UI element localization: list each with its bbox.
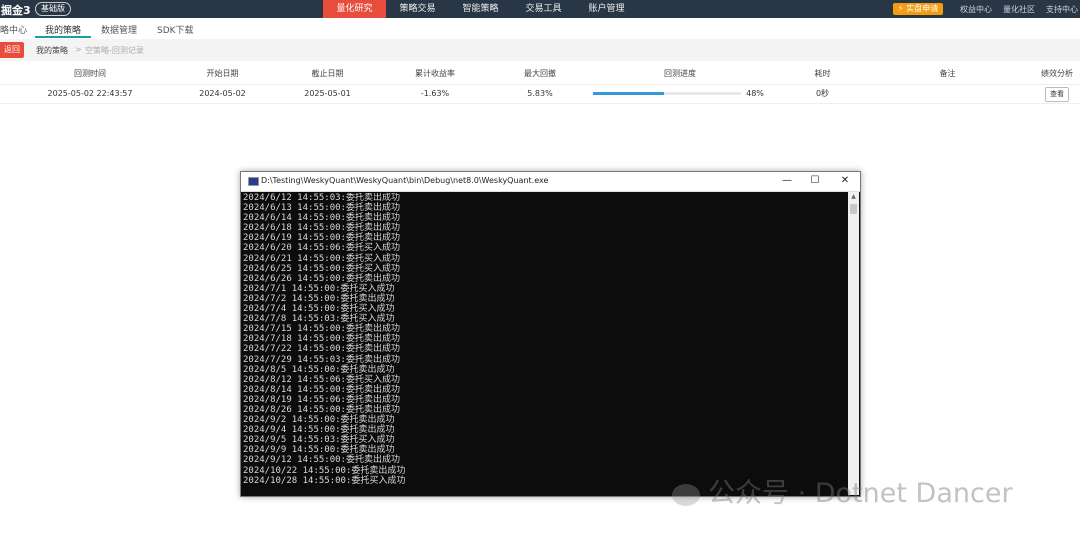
maximize-icon[interactable]: ☐ [807, 174, 823, 188]
tab-my-strategies[interactable]: 我的策略 [45, 23, 81, 36]
console-log-line: 2024/9/5 14:55:03:委托买入成功 [243, 435, 395, 446]
console-log-line: 2024/8/5 14:55:00:委托卖出成功 [243, 364, 395, 375]
console-log-line: 2024/6/21 14:55:00:委托买入成功 [243, 253, 400, 264]
col-elapsed: 耗时 [814, 69, 831, 78]
scroll-thumb[interactable] [850, 204, 857, 214]
wechat-icon [672, 483, 700, 506]
console-log-line: 2024/9/9 14:55:00:委托卖出成功 [243, 445, 395, 456]
minimize-icon[interactable]: — [779, 174, 795, 188]
col-performance: 绩效分析 [1041, 69, 1073, 78]
console-log-line: 2024/6/25 14:55:00:委托买入成功 [243, 263, 400, 274]
close-icon[interactable]: ✕ [837, 174, 853, 188]
cell-backtest-time: 2025-05-02 22:43:57 [47, 89, 133, 98]
tab-sdk-download[interactable]: SDK下载 [157, 23, 194, 36]
col-note: 备注 [939, 69, 956, 78]
watermark: 公众号 · Dotnet Dancer [672, 476, 1013, 512]
link-equity-center[interactable]: 权益中心 [960, 4, 992, 15]
console-log-line: 2024/6/19 14:55:00:委托卖出成功 [243, 233, 400, 244]
console-log-line: 2024/7/29 14:55:03:委托卖出成功 [243, 354, 400, 365]
cell-progress-label: 48% [746, 89, 764, 98]
nav-strategy-trading[interactable]: 策略交易 [386, 0, 449, 18]
tab-data-management[interactable]: 数据管理 [101, 23, 137, 36]
console-log-line: 2024/8/14 14:55:00:委托卖出成功 [243, 384, 400, 395]
app-brand[interactable]: 掘金3 [1, 2, 31, 18]
progress-bar [593, 92, 741, 95]
cell-max-drawdown: 5.83% [527, 89, 553, 98]
breadcrumb-my-strategies[interactable]: 我的策略 [36, 45, 68, 56]
console-log-line: 2024/8/19 14:55:06:委托卖出成功 [243, 394, 400, 405]
top-nav-bar: 掘金3 基础版 量化研究 策略交易 智能策略 交易工具 账户管理 ⚡ 实盘申请 … [0, 0, 1080, 18]
console-scrollbar[interactable]: ▲ [848, 192, 859, 495]
console-log-line: 2024/6/12 14:55:03:委托卖出成功 [243, 193, 400, 203]
nav-smart-strategy[interactable]: 智能策略 [449, 0, 512, 18]
link-support-center[interactable]: 支持中心 [1046, 4, 1078, 15]
link-quant-community[interactable]: 量化社区 [1003, 4, 1035, 15]
console-log-line: 2024/10/22 14:55:00:委托卖出成功 [243, 465, 406, 476]
console-log-line: 2024/6/26 14:55:00:委托卖出成功 [243, 273, 400, 284]
col-max-drawdown: 最大回撤 [524, 69, 556, 78]
watermark-text: 公众号 · Dotnet Dancer [708, 478, 1013, 509]
console-log-line: 2024/8/26 14:55:00:委托卖出成功 [243, 404, 400, 415]
cell-note [930, 85, 965, 103]
console-log-line: 2024/9/2 14:55:00:委托卖出成功 [243, 415, 395, 426]
edition-badge: 基础版 [35, 2, 71, 16]
scroll-up-icon[interactable]: ▲ [848, 192, 859, 202]
live-trading-apply-button[interactable]: ⚡ 实盘申请 [893, 3, 943, 15]
console-log-line: 2024/9/4 14:55:00:委托卖出成功 [243, 425, 395, 436]
active-tab-indicator [35, 36, 91, 38]
back-button[interactable]: 返回 [0, 42, 24, 58]
progress-bar-fill [593, 92, 665, 95]
cell-cumulative-return: -1.63% [420, 89, 450, 98]
tab-strategy-center[interactable]: 略中心 [0, 23, 27, 36]
view-performance-button[interactable]: 查看 [1045, 87, 1069, 102]
breadcrumb-separator: > [75, 45, 82, 54]
nav-quant-research[interactable]: 量化研究 [323, 0, 386, 18]
console-log-line: 2024/6/20 14:55:06:委托买入成功 [243, 243, 400, 254]
breadcrumb: 返回 我的策略 > 空策略-回测记录 [0, 39, 1080, 61]
nav-trading-tools[interactable]: 交易工具 [512, 0, 575, 18]
console-output: 2024/6/12 14:55:03:委托卖出成功 2024/6/13 14:55… [243, 193, 846, 493]
table-header: 回测时间 开始日期 截止日期 累计收益率 最大回撤 回测进度 耗时 备注 绩效分… [0, 64, 1080, 85]
main-nav: 量化研究 策略交易 智能策略 交易工具 账户管理 [323, 0, 638, 18]
console-log-line: 2024/9/12 14:55:00:委托卖出成功 [243, 455, 400, 466]
console-log-line: 2024/7/4 14:55:00:委托买入成功 [243, 304, 395, 315]
col-backtest-time: 回测时间 [74, 69, 106, 78]
sub-nav: 略中心 我的策略 数据管理 SDK下载 [0, 18, 1080, 38]
console-log-line: 2024/7/1 14:55:00:委托买入成功 [243, 283, 395, 294]
col-start-date: 开始日期 [206, 69, 239, 78]
console-log-line: 2024/7/15 14:55:00:委托卖出成功 [243, 324, 400, 335]
console-app-icon [248, 177, 259, 186]
nav-account-management[interactable]: 账户管理 [575, 0, 638, 18]
console-title: D:\Testing\WeskyQuant\WeskyQuant\bin\Deb… [261, 176, 549, 185]
console-log-line: 2024/7/18 14:55:00:委托卖出成功 [243, 334, 400, 345]
cell-start-date: 2024-05-02 [199, 89, 246, 98]
col-cumulative-return: 累计收益率 [415, 69, 455, 78]
console-log-line: 2024/8/12 14:55:06:委托买入成功 [243, 374, 400, 385]
col-end-date: 截止日期 [311, 69, 344, 78]
console-title-bar[interactable]: D:\Testing\WeskyQuant\WeskyQuant\bin\Deb… [241, 172, 860, 192]
table-row: 2025-05-02 22:43:57 2024-05-02 2025-05-0… [0, 85, 1080, 104]
console-log-line: 2024/7/8 14:55:03:委托买入成功 [243, 314, 395, 325]
console-log-line: 2024/7/2 14:55:00:委托卖出成功 [243, 293, 395, 304]
console-window[interactable]: D:\Testing\WeskyQuant\WeskyQuant\bin\Deb… [240, 171, 861, 497]
console-log-line: 2024/7/22 14:55:00:委托卖出成功 [243, 344, 400, 355]
console-log-line: 2024/6/13 14:55:00:委托卖出成功 [243, 203, 400, 214]
breadcrumb-current: 空策略-回测记录 [85, 46, 144, 55]
cell-end-date: 2025-05-01 [304, 89, 351, 98]
cell-elapsed: 0秒 [815, 89, 830, 98]
console-log-line: 2024/6/14 14:55:00:委托卖出成功 [243, 213, 400, 224]
console-log-line: 2024/6/18 14:55:00:委托卖出成功 [243, 223, 400, 234]
col-progress: 回测进度 [664, 69, 696, 78]
